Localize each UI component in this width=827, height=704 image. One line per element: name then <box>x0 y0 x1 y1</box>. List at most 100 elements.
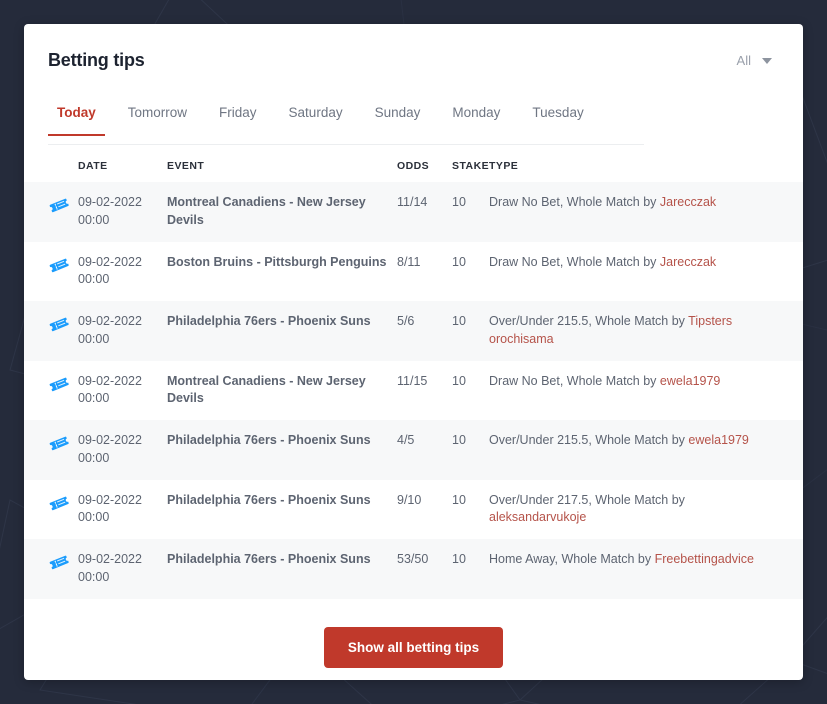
row-type-text: Draw No Bet, Whole Match by <box>489 195 660 209</box>
row-date: 09-02-2022 <box>78 314 142 328</box>
ticket-icon <box>48 373 78 395</box>
tab-saturday[interactable]: Saturday <box>289 98 343 135</box>
row-event[interactable]: Philadelphia 76ers - Phoenix Suns <box>167 539 397 599</box>
row-tipster-link[interactable]: Jarecczak <box>660 195 716 209</box>
row-date-cell: 09-02-2022 00:00 <box>78 420 167 480</box>
row-date: 09-02-2022 <box>78 433 142 447</box>
row-type-text: Over/Under 215.5, Whole Match by <box>489 314 689 328</box>
ticket-icon <box>48 194 78 216</box>
row-event[interactable]: Philadelphia 76ers - Phoenix Suns <box>167 420 397 480</box>
tab-tomorrow[interactable]: Tomorrow <box>128 98 187 135</box>
row-time: 00:00 <box>78 391 110 406</box>
ticket-icon <box>48 432 78 454</box>
row-type: Draw No Bet, Whole Match by Jarecczak <box>489 182 803 242</box>
ticket-icon <box>48 313 78 335</box>
row-icon-cell <box>24 361 78 421</box>
row-event[interactable]: Philadelphia 76ers - Phoenix Suns <box>167 480 397 540</box>
row-odds: 4/5 <box>397 433 415 447</box>
row-event[interactable]: Philadelphia 76ers - Phoenix Suns <box>167 301 397 361</box>
row-stake: 10 <box>452 195 466 209</box>
row-stake: 10 <box>452 552 466 566</box>
row-type-text: Over/Under 217.5, Whole Match by <box>489 492 685 507</box>
row-date: 09-02-2022 <box>78 254 142 269</box>
show-all-betting-tips-button[interactable]: Show all betting tips <box>323 626 504 668</box>
row-event[interactable]: Boston Bruins - Pittsburgh Penguins <box>167 242 397 302</box>
row-tipster-link[interactable]: Freebettingadvice <box>655 552 754 566</box>
tab-tuesday[interactable]: Tuesday <box>532 98 583 135</box>
row-icon-cell <box>24 420 78 480</box>
tab-today[interactable]: Today <box>48 98 105 136</box>
row-stake: 10 <box>452 254 466 269</box>
row-odds: 11/14 <box>397 195 428 209</box>
column-header-date: DATE <box>78 160 108 172</box>
day-tabs: Today Tomorrow Friday Saturday Sunday Mo… <box>48 98 644 145</box>
row-odds: 11/15 <box>397 373 428 388</box>
table-row[interactable]: 09-02-2022 00:00 Montreal Canadiens - New … <box>24 360 803 421</box>
tab-sunday[interactable]: Sunday <box>375 98 421 135</box>
row-tipster-link[interactable]: ewela1979 <box>688 433 748 447</box>
ticket-icon <box>48 551 78 573</box>
row-date-cell: 09-02-2022 00:00 <box>78 182 167 242</box>
row-icon-cell <box>24 480 78 540</box>
row-stake: 10 <box>452 492 466 507</box>
row-date: 09-02-2022 <box>78 373 142 388</box>
ticket-icon <box>48 254 78 276</box>
row-odds: 8/11 <box>397 254 421 269</box>
column-header-stake: STAKE <box>452 160 490 172</box>
column-header-type: TYPE <box>489 160 519 172</box>
row-type: Draw No Bet, Whole Match by Jarecczak <box>489 242 803 302</box>
row-tipster-link[interactable]: ewela1979 <box>660 374 720 388</box>
row-icon-cell <box>24 539 78 599</box>
row-stake: 10 <box>452 433 466 447</box>
row-date: 09-02-2022 <box>78 492 142 507</box>
row-type: Over/Under 215.5, Whole Match by ewela19… <box>489 420 803 480</box>
tabs-container: Today Tomorrow Friday Saturday Sunday Mo… <box>48 98 644 145</box>
row-type: Draw No Bet, Whole Match by ewela1979 <box>489 361 803 421</box>
tab-friday[interactable]: Friday <box>219 98 257 135</box>
row-time: 00:00 <box>78 450 110 465</box>
row-date: 09-02-2022 <box>78 552 142 566</box>
betting-tips-card: Betting tips All Today Tomorrow Friday S… <box>24 24 803 680</box>
row-tipster-link[interactable]: aleksandarvukoje <box>489 510 586 524</box>
row-odds: 53/50 <box>397 552 429 566</box>
row-tipster-link[interactable]: Jarecczak <box>660 255 716 269</box>
table-row[interactable]: 09-02-2022 00:00 Philadelphia 76ers - Phoe… <box>24 479 803 540</box>
row-date-cell: 09-02-2022 00:00 <box>78 242 167 302</box>
filter-dropdown-label: All <box>736 53 751 68</box>
row-time: 00:00 <box>78 272 110 287</box>
table-header: DATE EVENT ODDS STAKE TYPE <box>24 144 803 182</box>
row-type-text: Over/Under 215.5, Whole Match by <box>489 433 689 447</box>
column-header-odds: ODDS <box>397 160 430 172</box>
tab-monday[interactable]: Monday <box>452 98 500 135</box>
table-header-row: DATE EVENT ODDS STAKE TYPE <box>24 144 803 182</box>
card-header: Betting tips All <box>24 24 803 98</box>
row-event[interactable]: Montreal Canadiens - New Jersey Devils <box>167 182 397 242</box>
betting-tips-table: DATE EVENT ODDS STAKE TYPE 09-02-2022 00:… <box>24 144 803 599</box>
row-date-cell: 09-02-2022 00:00 <box>78 539 167 599</box>
filter-dropdown[interactable]: All <box>737 53 772 68</box>
row-type-text: Home Away, Whole Match by <box>489 552 655 566</box>
table-row[interactable]: 09-02-2022 00:00 Philadelphia 76ers - Phoe… <box>24 301 803 361</box>
page-title: Betting tips <box>48 50 145 70</box>
row-time: 00:00 <box>78 569 110 584</box>
table-row[interactable]: 09-02-2022 00:00 Philadelphia 76ers - Phoe… <box>24 420 803 480</box>
chevron-down-icon <box>762 57 772 64</box>
row-event[interactable]: Montreal Canadiens - New Jersey Devils <box>167 361 397 421</box>
row-type-text: Draw No Bet, Whole Match by <box>489 373 660 388</box>
table-row[interactable]: 09-02-2022 00:00 Philadelphia 76ers - Phoe… <box>24 539 803 599</box>
ticket-icon <box>48 492 78 514</box>
row-icon-cell <box>24 242 78 302</box>
row-icon-cell <box>24 182 78 242</box>
row-type-text: Draw No Bet, Whole Match by <box>489 254 660 269</box>
row-type: Over/Under 217.5, Whole Match by aleksan… <box>489 480 803 540</box>
row-time: 00:00 <box>78 212 110 227</box>
row-odds: 5/6 <box>397 314 415 328</box>
column-header-event: EVENT <box>167 160 205 172</box>
row-date: 09-02-2022 <box>78 195 142 209</box>
row-stake: 10 <box>452 314 466 328</box>
table-row[interactable]: 09-02-2022 00:00 Montreal Canadiens - New … <box>24 182 803 242</box>
table-row[interactable]: 09-02-2022 00:00 Boston Bruins - Pittsburg… <box>24 241 803 302</box>
row-type: Over/Under 215.5, Whole Match by Tipster… <box>489 301 803 361</box>
row-date-cell: 09-02-2022 00:00 <box>78 480 167 540</box>
row-odds: 9/10 <box>397 492 422 507</box>
